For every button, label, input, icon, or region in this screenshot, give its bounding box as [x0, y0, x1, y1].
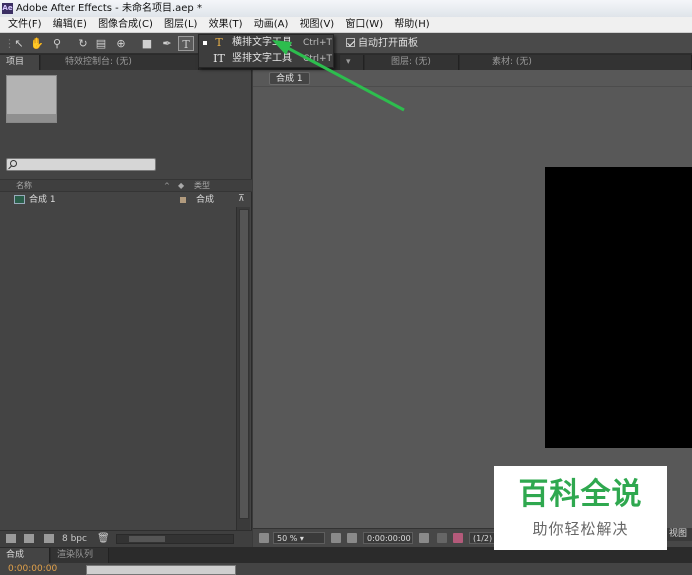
annotation-arrow-shaft [283, 44, 405, 112]
annotation-arrow [272, 40, 405, 112]
annotation-arrow-head [272, 40, 292, 55]
after-effects-window: Ae Adobe After Effects - 未命名项目.aep * 文件(… [0, 0, 692, 575]
